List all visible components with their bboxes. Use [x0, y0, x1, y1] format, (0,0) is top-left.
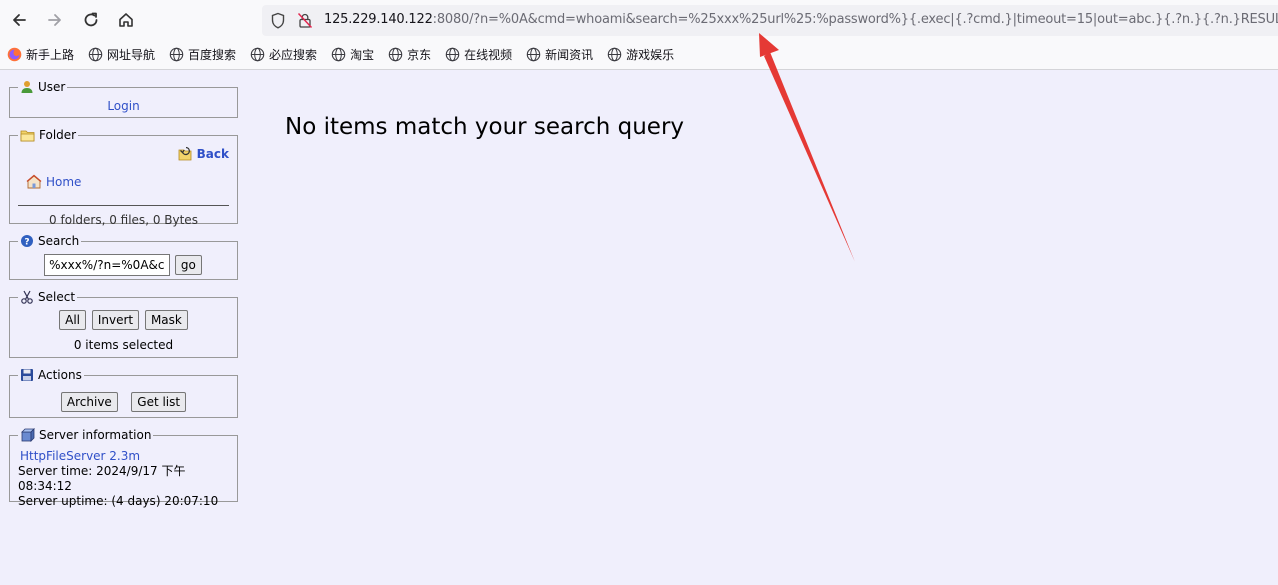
server-title: Server information	[39, 428, 152, 442]
invert-button[interactable]: Invert	[91, 310, 140, 330]
bookmark-label: 淘宝	[350, 47, 375, 62]
bookmark-item[interactable]: 在线视频	[445, 46, 512, 63]
bookmark-label: 必应搜索	[269, 47, 318, 62]
search-panel: ? Search go	[9, 234, 238, 280]
hfs-version-link[interactable]: HttpFileServer 2.3m	[20, 449, 140, 463]
back-arrow-icon[interactable]	[5, 6, 33, 34]
select-title: Select	[38, 290, 76, 304]
home-folder-icon[interactable]	[26, 174, 42, 189]
firefox-icon	[7, 47, 26, 62]
login-link[interactable]: Login	[107, 99, 139, 113]
globe-icon	[526, 47, 545, 62]
user-title: User	[38, 80, 66, 94]
server-time: Server time: 2024/9/17 下午 08:34:12	[18, 464, 186, 493]
archive-button[interactable]: Archive	[60, 392, 118, 412]
home-icon[interactable]	[112, 6, 140, 34]
globe-icon	[88, 47, 107, 62]
select-legend: Select	[18, 290, 77, 304]
user-panel: User Login	[9, 80, 238, 118]
bookmark-item[interactable]: 必应搜索	[250, 46, 317, 63]
home-link[interactable]: Home	[46, 175, 81, 189]
url-text[interactable]: 125.229.140.122:8080/?n=%0A&cmd=whoami&s…	[324, 12, 1278, 27]
address-bar[interactable]: 125.229.140.122:8080/?n=%0A&cmd=whoami&s…	[262, 5, 1278, 36]
bookmark-label: 新手上路	[26, 47, 75, 62]
bookmark-label: 在线视频	[464, 47, 513, 62]
user-icon	[21, 81, 33, 93]
globe-icon	[445, 47, 464, 62]
url-path: :8080/?n=%0A&cmd=whoami&search=%25xxx%25…	[432, 12, 1278, 27]
url-host: 125.229.140.122	[324, 12, 433, 27]
actions-panel: Actions Archive Get list	[9, 368, 238, 418]
bookmark-label: 游戏娱乐	[626, 47, 675, 62]
globe-icon	[250, 47, 269, 62]
insecure-lock-icon[interactable]	[297, 12, 313, 29]
reload-icon[interactable]	[77, 6, 105, 34]
bookmark-label: 新闻资讯	[545, 47, 594, 62]
mask-button[interactable]: Mask	[144, 310, 188, 330]
select-all-button[interactable]: All	[59, 310, 87, 330]
server-legend: Server information	[18, 428, 153, 443]
server-uptime: Server uptime: (4 days) 20:07:10	[18, 494, 219, 508]
forward-arrow-icon[interactable]	[41, 6, 69, 34]
globe-icon	[169, 47, 188, 62]
bookmark-item[interactable]: 游戏娱乐	[607, 46, 674, 63]
bookmark-item[interactable]: 新闻资讯	[526, 46, 593, 63]
globe-icon	[607, 47, 626, 62]
server-info-panel: Server information HttpFileServer 2.3m S…	[9, 428, 238, 508]
bookmarks-toolbar: 新手上路 网址导航 百度搜索 必应搜索 淘宝 京东 在线视频 新闻资讯 游戏娱乐	[0, 42, 688, 66]
bookmark-label: 网址导航	[107, 47, 156, 62]
back-folder-icon[interactable]	[177, 146, 193, 162]
get-list-button[interactable]: Get list	[131, 392, 187, 412]
folder-panel: Folder Back Home 0 folders, 0 files, 0 B…	[9, 128, 238, 227]
search-input[interactable]	[44, 254, 171, 276]
bookmark-label: 百度搜索	[188, 47, 237, 62]
bookmark-item[interactable]: 网址导航	[88, 46, 155, 63]
folder-stats: 0 folders, 0 files, 0 Bytes	[49, 213, 198, 227]
folder-title: Folder	[39, 128, 77, 142]
no-results-message: No items match your search query	[285, 114, 685, 140]
globe-icon	[388, 47, 407, 62]
bookmark-item[interactable]: 淘宝	[331, 46, 374, 63]
folder-legend: Folder	[18, 128, 78, 142]
back-link[interactable]: Back	[197, 147, 229, 161]
actions-title: Actions	[38, 368, 82, 382]
help-icon: ?	[21, 235, 33, 248]
scissors-icon	[21, 290, 33, 304]
selected-count: 0 items selected	[73, 338, 174, 352]
search-title: Search	[38, 234, 80, 248]
bookmark-item[interactable]: 新手上路	[7, 46, 74, 63]
server-icon	[21, 428, 35, 442]
svg-text:?: ?	[24, 238, 29, 248]
select-panel: Select All Invert Mask 0 items selected	[9, 290, 238, 358]
folder-icon	[20, 130, 35, 141]
folder-divider	[18, 205, 229, 206]
save-disk-icon	[21, 369, 33, 381]
tracking-shield-icon[interactable]	[270, 12, 286, 29]
actions-legend: Actions	[18, 368, 84, 382]
hfs-page: User Login Folder Back Home 0 folders, 0…	[0, 70, 1278, 585]
bookmark-label: 京东	[407, 47, 432, 62]
globe-icon	[331, 47, 350, 62]
bookmark-item[interactable]: 京东	[388, 46, 431, 63]
browser-chrome: 125.229.140.122:8080/?n=%0A&cmd=whoami&s…	[0, 0, 1278, 70]
back-control[interactable]: Back	[177, 146, 229, 162]
go-button[interactable]: go	[174, 255, 202, 275]
bookmark-item[interactable]: 百度搜索	[169, 46, 236, 63]
search-legend: ? Search	[18, 234, 81, 248]
left-panel: User Login Folder Back Home 0 folders, 0…	[9, 80, 238, 512]
user-legend: User	[18, 80, 67, 94]
home-control[interactable]: Home	[26, 174, 81, 189]
